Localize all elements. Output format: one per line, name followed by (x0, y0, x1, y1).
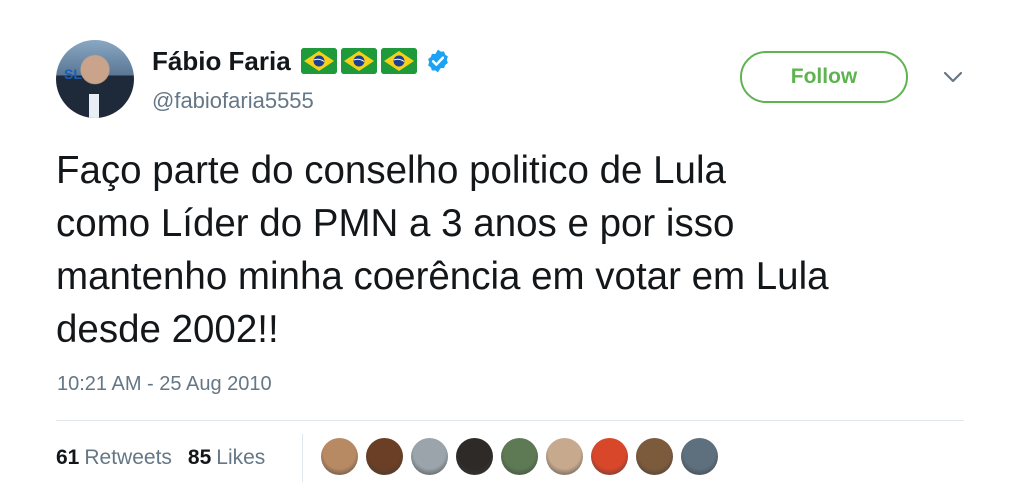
liker-avatar-2[interactable] (366, 438, 403, 475)
tweet-stats: 61 Retweets 85 Likes (56, 446, 265, 470)
likes-count: 85 (187, 446, 212, 469)
liker-avatar-5[interactable] (501, 438, 538, 475)
user-name-row: Fábio Faria (152, 44, 451, 78)
follow-button[interactable]: Follow (740, 51, 908, 103)
avatar-logo-text: SL (64, 66, 82, 82)
brazil-flag-icon (300, 48, 337, 74)
user-avatar[interactable]: SL (56, 40, 134, 118)
flags-group (300, 48, 417, 74)
stats-divider (302, 434, 303, 482)
retweets-label: Retweets (84, 446, 172, 469)
liker-avatar-7[interactable] (591, 438, 628, 475)
user-display-name[interactable]: Fábio Faria (152, 46, 291, 77)
verified-badge-icon (427, 49, 448, 73)
chevron-down-icon[interactable] (942, 70, 964, 84)
user-handle[interactable]: @fabiofaria5555 (152, 88, 314, 114)
tweet-timestamp[interactable]: 10:21 AM - 25 Aug 2010 (57, 373, 272, 396)
liker-avatars (321, 438, 718, 475)
liker-avatar-8[interactable] (636, 438, 673, 475)
liker-avatar-3[interactable] (411, 438, 448, 475)
retweets-count: 61 (56, 446, 80, 469)
liker-avatar-4[interactable] (456, 438, 493, 475)
liker-avatar-1[interactable] (321, 438, 358, 475)
tweet-text: Faço parte do conselho politico de Lula … (56, 149, 829, 351)
avatar-shirt (89, 94, 99, 118)
likes-stat[interactable]: 85 Likes (188, 446, 265, 470)
liker-avatar-9[interactable] (681, 438, 718, 475)
brazil-flag-icon (340, 48, 377, 74)
retweets-stat[interactable]: 61 Retweets (56, 446, 172, 470)
liker-avatar-6[interactable] (546, 438, 583, 475)
brazil-flag-icon (380, 48, 417, 74)
likes-label: Likes (216, 446, 266, 469)
divider (56, 420, 964, 421)
